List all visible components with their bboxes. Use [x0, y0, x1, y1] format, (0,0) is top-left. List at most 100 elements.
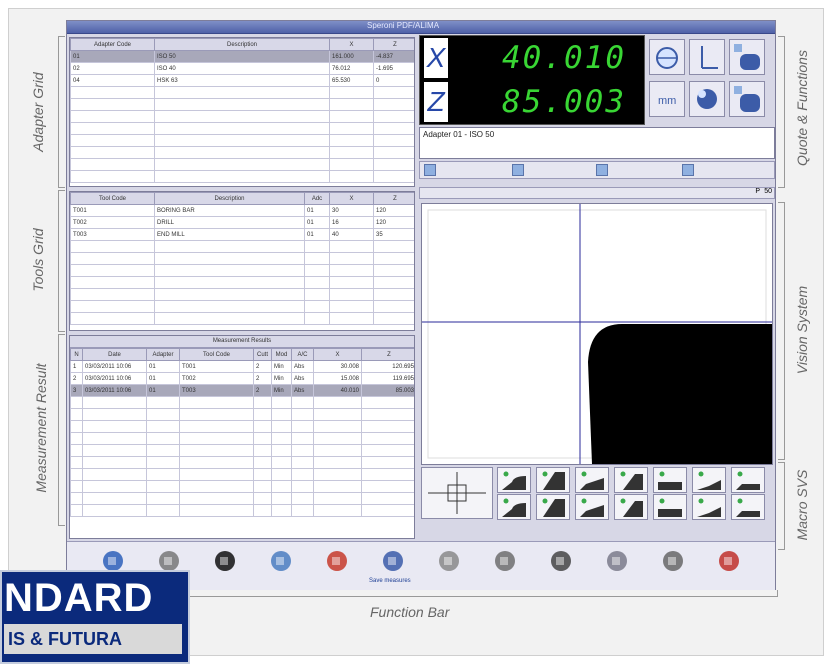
macro-svs-label: Macro SVS: [794, 469, 810, 541]
result-col-x[interactable]: X: [313, 348, 362, 361]
svs-macro-1-button[interactable]: [497, 467, 531, 493]
result-date: 03/03/2011 10:06: [82, 360, 147, 373]
empty-row: [70, 420, 414, 433]
tool-col-z[interactable]: Z: [373, 192, 414, 205]
measurement-result-label: Measurement Result: [33, 363, 49, 493]
tool-z: 35: [373, 228, 414, 241]
circle-measure-button[interactable]: [649, 39, 685, 75]
empty-row: [70, 432, 414, 445]
result-col-date[interactable]: Date: [82, 348, 147, 361]
empty-row: [70, 396, 414, 409]
result-col-tool[interactable]: Tool Code: [179, 348, 254, 361]
tool-code: T001: [70, 204, 155, 217]
table-row[interactable]: 2 03/03/2011 10:06 01 T002 2 Min Abs 15.…: [70, 372, 414, 385]
table-row[interactable]: T002 DRILL 01 16 120: [70, 216, 414, 229]
tool-col-description[interactable]: Description: [154, 192, 305, 205]
tool-shape-icon: [736, 471, 760, 490]
profile-button[interactable]: [729, 81, 765, 117]
svs-macro-5-button[interactable]: [653, 467, 687, 493]
scanner-button[interactable]: [267, 548, 295, 574]
tool-shape-icon: [658, 471, 682, 490]
result-col-adapter[interactable]: Adapter: [146, 348, 180, 361]
probe-button[interactable]: [379, 548, 407, 574]
tool-shape-icon: [620, 471, 643, 490]
svs-macro-3-button[interactable]: [575, 467, 609, 493]
svs-macro-11-button[interactable]: [614, 494, 648, 520]
reader-button[interactable]: [211, 548, 239, 574]
vision-mode-p[interactable]: P: [755, 188, 760, 195]
result-date: 03/03/2011 10:06: [82, 384, 147, 397]
svs-macro-7-button[interactable]: [731, 467, 765, 493]
corner-button[interactable]: [729, 39, 765, 75]
result-col-z[interactable]: Z: [361, 348, 414, 361]
svs-macro-6-button[interactable]: [692, 467, 726, 493]
result-n: 2: [70, 372, 83, 385]
table-row[interactable]: 1 03/03/2011 10:06 01 T001 2 Min Abs 30.…: [70, 360, 414, 373]
svs-macro-12-button[interactable]: [653, 494, 687, 520]
table-row[interactable]: 3 03/03/2011 10:06 01 T003 2 Min Abs 40.…: [70, 384, 414, 397]
table-row[interactable]: 04 HSK 63 65.530 0: [70, 74, 414, 87]
alarm-button[interactable]: [715, 548, 743, 574]
result-z: 119.695: [361, 372, 414, 385]
table-row[interactable]: 02 ISO 40 76.012 -1.695: [70, 62, 414, 75]
adapter-code: 02: [70, 62, 155, 75]
tool-button[interactable]: [603, 548, 631, 574]
adapter-z: -4.837: [373, 50, 414, 63]
empty-row: [70, 492, 414, 505]
wrench-button[interactable]: [435, 548, 463, 574]
operator-button[interactable]: [491, 548, 519, 574]
adapter-z: 0: [373, 74, 414, 87]
measurement-result-bracket: [58, 334, 65, 526]
adapter-col-code[interactable]: Adapter Code: [70, 38, 155, 51]
vision-mode-box: P 50: [419, 187, 775, 199]
z-axis-label: Z: [424, 82, 448, 122]
result-x: 15.008: [313, 372, 362, 385]
pen-button[interactable]: [323, 548, 351, 574]
tool-z: 120: [373, 216, 414, 229]
result-col-cutt[interactable]: Cutt: [253, 348, 272, 361]
adapter-col-description[interactable]: Description: [154, 38, 330, 51]
tool-shape-icon: [502, 498, 526, 517]
svs-macro-10-button[interactable]: [575, 494, 609, 520]
vision-viewport[interactable]: [421, 203, 773, 465]
table-row[interactable]: T003 END MILL 01 40 35: [70, 228, 414, 241]
printer-button[interactable]: [659, 548, 687, 574]
tool-z: 120: [373, 204, 414, 217]
table-row[interactable]: T001 BORING BAR 01 30 120: [70, 204, 414, 217]
tool-offset-button[interactable]: [689, 81, 725, 117]
svs-crosshair-button[interactable]: [421, 467, 493, 519]
tool-adc: 01: [304, 204, 330, 217]
svs-macro-8-button[interactable]: [497, 494, 531, 520]
camera-button[interactable]: [547, 548, 575, 574]
zoom-button[interactable]: [424, 164, 436, 176]
tool-col-code[interactable]: Tool Code: [70, 192, 155, 205]
export-button[interactable]: [682, 164, 694, 176]
adapter-description: HSK 63: [154, 74, 330, 87]
svs-macro-4-button[interactable]: [614, 467, 648, 493]
print-button[interactable]: [596, 164, 608, 176]
result-col-mod[interactable]: Mod: [271, 348, 292, 361]
adapter-col-z[interactable]: Z: [373, 38, 414, 51]
svs-macro-14-button[interactable]: [731, 494, 765, 520]
function-bar-hint: Save measures: [369, 578, 411, 584]
result-col-ac[interactable]: A/C: [291, 348, 314, 361]
result-col-n[interactable]: N: [70, 348, 83, 361]
empty-row: [70, 122, 414, 135]
tool-shape-icon: [620, 498, 643, 517]
svs-macro-2-button[interactable]: [536, 467, 570, 493]
perpendicular-button[interactable]: [689, 39, 725, 75]
record-button[interactable]: [512, 164, 524, 176]
tool-col-adc[interactable]: Adc: [304, 192, 330, 205]
vision-mode-50[interactable]: 50: [764, 188, 772, 195]
table-row[interactable]: 01 ISO 50 161.000 -4.837: [70, 50, 414, 63]
empty-row: [70, 240, 414, 253]
z-readout-value: 85.003: [502, 84, 626, 120]
empty-row: [70, 408, 414, 421]
function-bar-bracket: [110, 590, 778, 597]
svs-macro-9-button[interactable]: [536, 494, 570, 520]
tool-col-x[interactable]: X: [329, 192, 374, 205]
wrench-icon: [439, 551, 459, 571]
unit-mm-button[interactable]: mm: [649, 81, 685, 117]
adapter-col-x[interactable]: X: [329, 38, 374, 51]
svs-macro-13-button[interactable]: [692, 494, 726, 520]
